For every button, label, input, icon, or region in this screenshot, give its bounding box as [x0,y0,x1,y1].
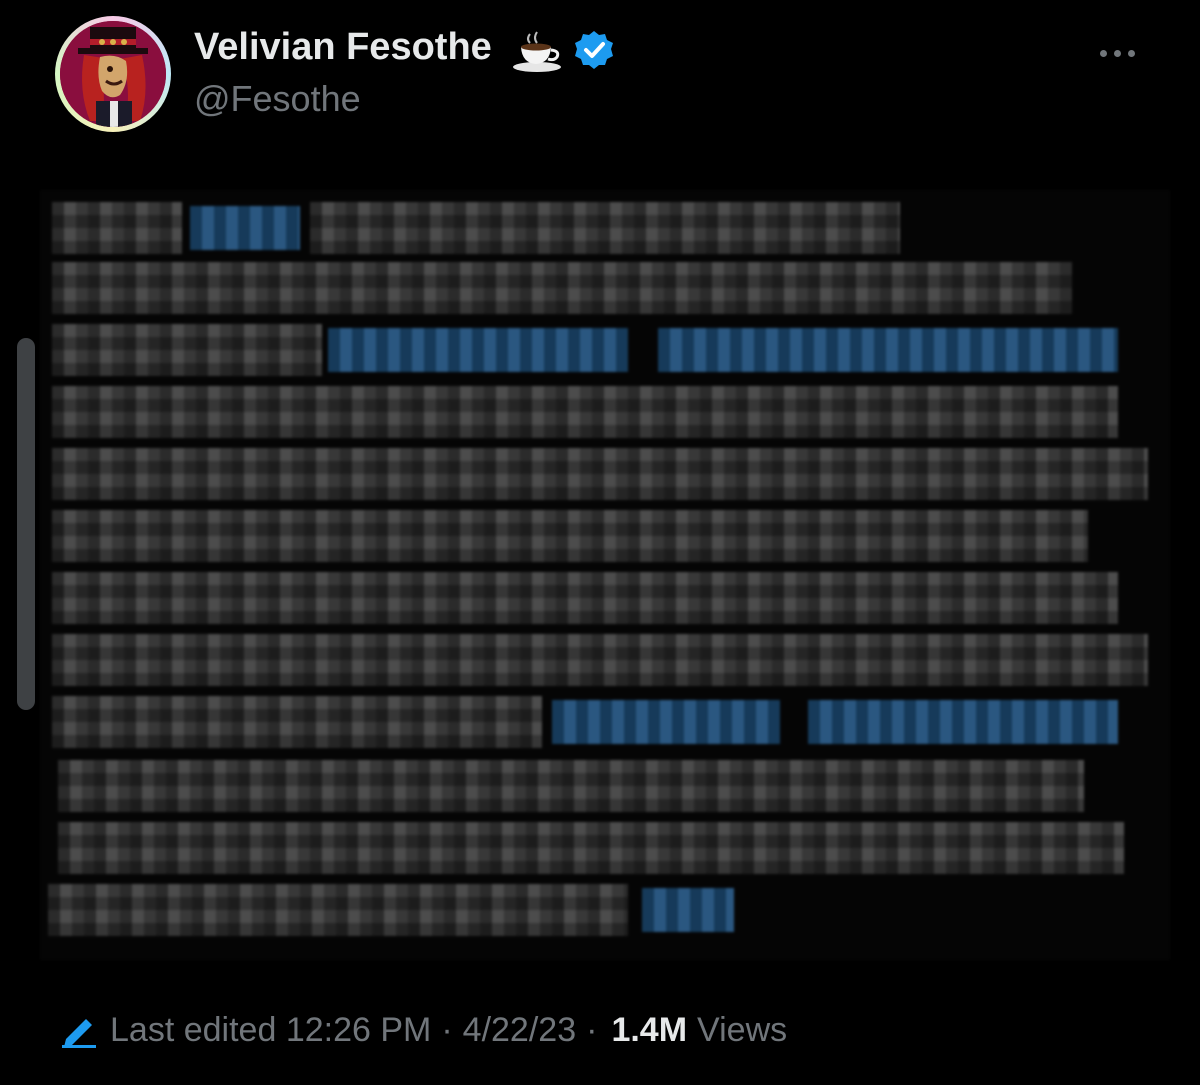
blurred-line [52,448,1148,500]
blurred-link [190,206,300,250]
blurred-line [58,822,1124,874]
edited-time: 12:26 PM [285,1010,432,1049]
meta-separator: · [586,1010,598,1049]
blurred-link [808,700,1118,744]
meta-separator: · [441,1010,453,1049]
author-display-name[interactable]: Velivian Fesothe [194,26,492,69]
edited-label-text: Last edited [110,1010,277,1049]
blurred-link [642,888,734,932]
blurred-line [58,760,1084,812]
blurred-line [310,202,900,254]
more-options-button[interactable] [1092,38,1144,68]
blurred-line [52,572,1118,624]
blurred-line [52,634,1148,686]
blurred-link [328,328,628,372]
blurred-line [52,386,1118,438]
avatar-image [60,21,166,127]
views-label: Views [697,1010,788,1049]
more-horizontal-icon [1100,50,1107,57]
blurred-link [552,700,780,744]
edited-date[interactable]: 4/22/23 [463,1011,576,1050]
blurred-line [52,696,542,748]
author-handle[interactable]: @Fesothe [194,78,361,120]
blurred-line [48,884,628,936]
pencil-icon[interactable] [60,1011,98,1049]
views-count: 1.4M [611,1010,688,1049]
tweet-meta: Last edited 12:26 PM · 4/22/23 · 1.4M Vi… [60,1006,787,1054]
blurred-link [658,328,1118,372]
verified-badge-icon [575,31,613,69]
tweet-body-pixelated [40,190,1170,960]
blurred-line [52,202,182,254]
blurred-line [52,262,1072,314]
last-edited-link[interactable]: Last edited 12:26 PM [110,1011,431,1050]
coffee-cup-icon [513,31,561,72]
blurred-line [52,324,322,376]
blurred-line [52,510,1088,562]
scrollbar-thumb[interactable] [17,338,35,710]
author-avatar[interactable] [55,16,171,132]
